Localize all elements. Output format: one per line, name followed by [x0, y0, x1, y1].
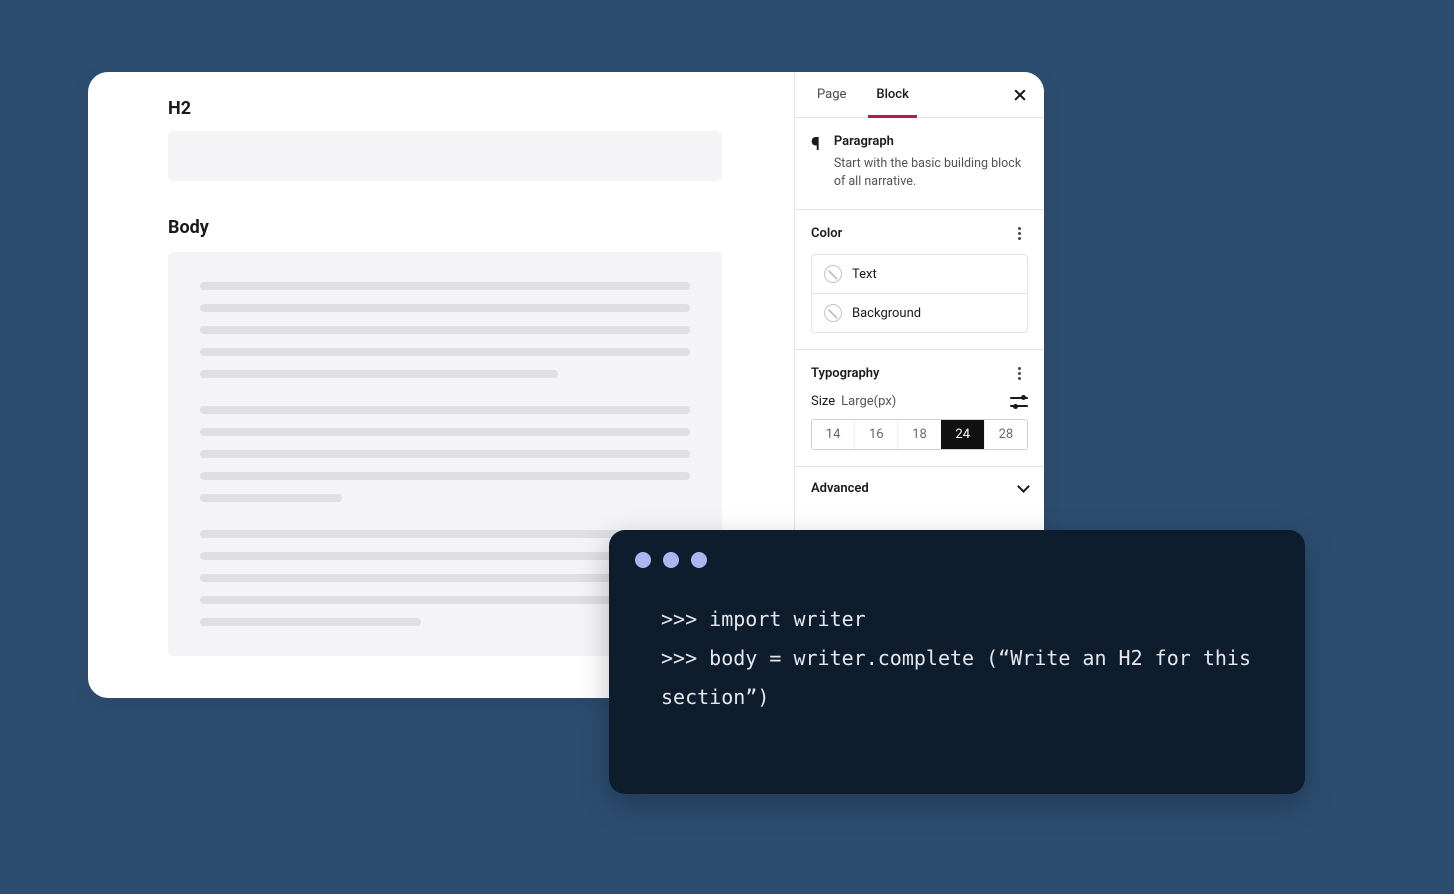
typography-heading: Typography: [811, 366, 880, 381]
no-color-icon: [824, 265, 842, 283]
size-option-18[interactable]: 18: [897, 420, 940, 449]
terminal-window: >>> import writer >>> body = writer.comp…: [609, 530, 1305, 794]
close-sidebar-button[interactable]: [1010, 85, 1030, 105]
paragraph-icon: ¶: [811, 136, 820, 191]
color-background-button[interactable]: Background: [812, 293, 1027, 332]
terminal-body[interactable]: >>> import writer >>> body = writer.comp…: [609, 568, 1305, 717]
h2-label: H2: [168, 98, 714, 119]
chevron-down-icon: [1017, 480, 1030, 493]
size-option-14[interactable]: 14: [812, 420, 854, 449]
color-options-button[interactable]: [1010, 224, 1028, 242]
block-info: ¶ Paragraph Start with the basic buildin…: [795, 118, 1044, 210]
h2-input[interactable]: [168, 131, 722, 181]
placeholder-paragraph: [200, 282, 690, 378]
color-background-label: Background: [852, 306, 921, 321]
typography-section: Typography Size Large(px) 14 16 18 24 28: [795, 350, 1044, 467]
size-unit: Large(px): [841, 394, 896, 409]
body-label: Body: [168, 217, 714, 238]
sidebar-tabs: Page Block: [795, 72, 1044, 118]
window-control-dot: [663, 552, 679, 568]
block-description: Start with the basic building block of a…: [834, 155, 1028, 191]
block-title: Paragraph: [834, 134, 1028, 149]
color-section: Color Text Background: [795, 210, 1044, 350]
color-heading: Color: [811, 226, 842, 241]
advanced-section-toggle[interactable]: Advanced: [795, 467, 1044, 510]
tab-page[interactable]: Page: [809, 72, 854, 117]
window-control-dot: [635, 552, 651, 568]
color-text-button[interactable]: Text: [812, 255, 1027, 293]
size-label: Size: [811, 394, 835, 409]
size-option-16[interactable]: 16: [854, 420, 897, 449]
custom-size-button[interactable]: [1010, 395, 1028, 409]
terminal-line: >>> body = writer.complete (“Write an H2…: [661, 646, 1263, 709]
typography-options-button[interactable]: [1010, 364, 1028, 382]
size-option-28[interactable]: 28: [984, 420, 1027, 449]
close-icon: [1013, 88, 1027, 102]
size-segmented-control: 14 16 18 24 28: [811, 419, 1028, 450]
tab-block[interactable]: Block: [868, 72, 916, 117]
size-option-24[interactable]: 24: [941, 420, 984, 449]
advanced-label: Advanced: [811, 481, 869, 496]
terminal-line: >>> import writer: [661, 607, 866, 631]
placeholder-paragraph: [200, 406, 690, 502]
window-controls: [609, 530, 1305, 568]
window-control-dot: [691, 552, 707, 568]
no-color-icon: [824, 304, 842, 322]
color-text-label: Text: [852, 267, 877, 282]
